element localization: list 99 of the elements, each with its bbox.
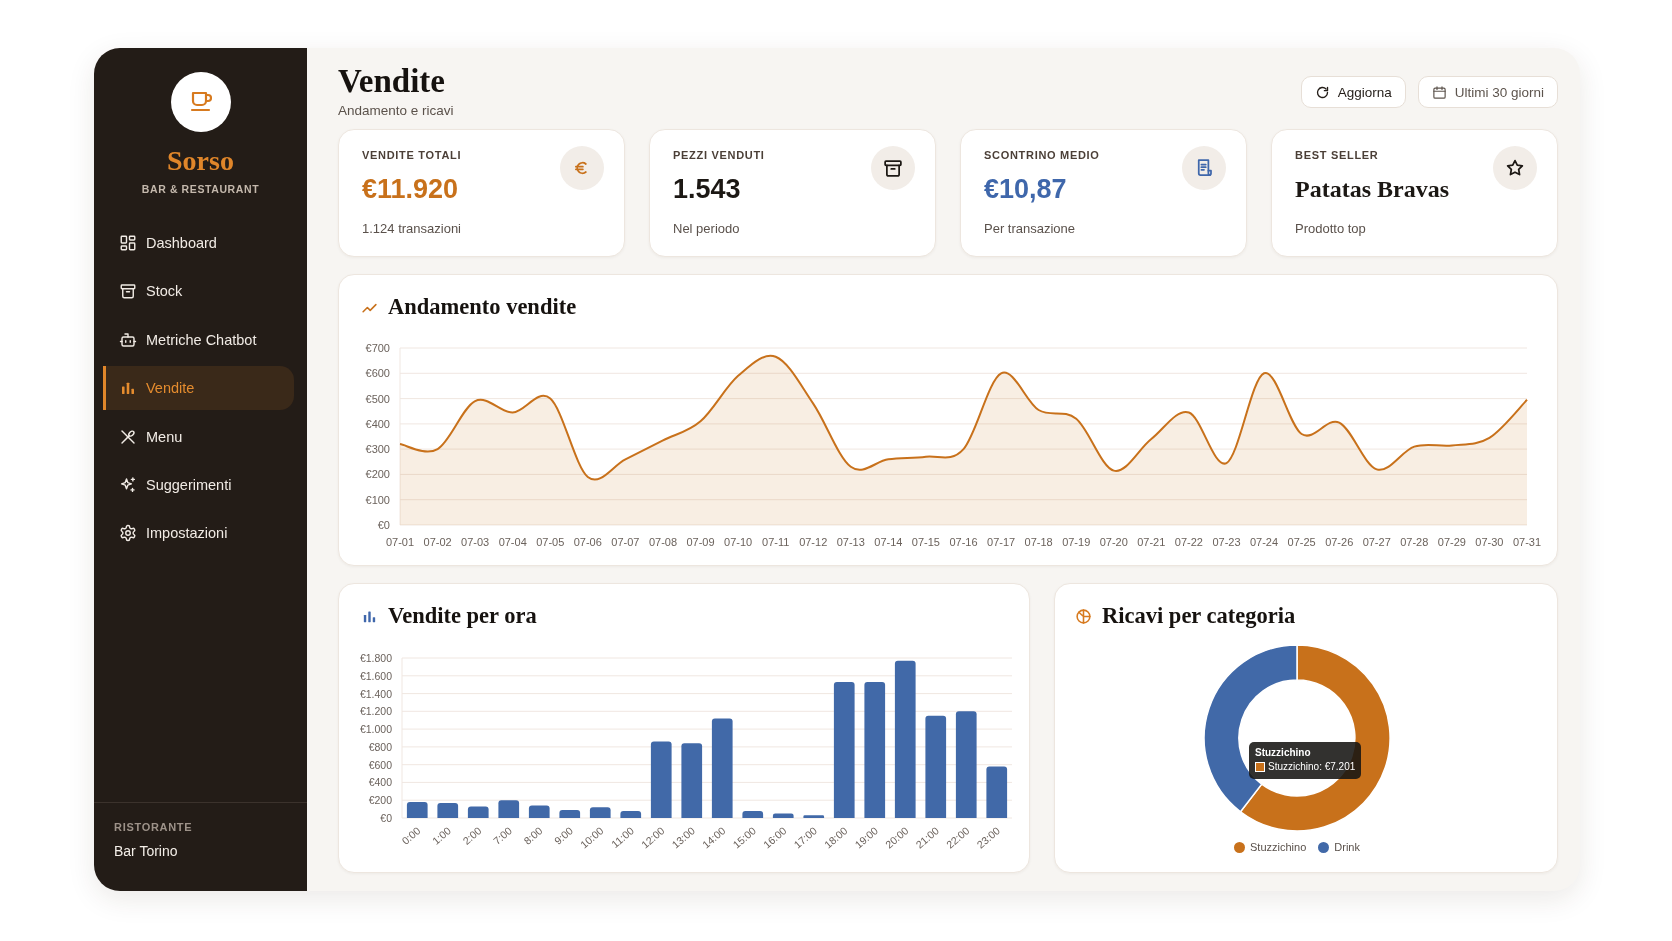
axis-label: €600 xyxy=(365,367,390,380)
kpi-value: Patatas Bravas xyxy=(1295,175,1449,204)
axis-label: 07-09 xyxy=(686,536,715,548)
nav-item[interactable]: Suggerimenti xyxy=(103,462,294,507)
brand-name: Sorso xyxy=(167,146,234,176)
axis-label: €800 xyxy=(368,740,392,753)
axis-label: 07-31 xyxy=(1512,536,1542,548)
axis-label: 07-14 xyxy=(874,536,903,548)
axis-label: €700 xyxy=(365,342,390,354)
axis-label: 07-19 xyxy=(1062,536,1091,548)
archive-box-icon xyxy=(119,282,137,301)
axis-label: €300 xyxy=(365,443,390,456)
axis-label: €1.400 xyxy=(359,687,392,700)
axis-label: 07-06 xyxy=(573,536,602,548)
axis-label: 07-07 xyxy=(611,536,640,548)
axis-label: 07-02 xyxy=(423,536,452,548)
axis-label: 07-11 xyxy=(762,536,790,548)
axis-label: €100 xyxy=(365,493,390,506)
axis-label: 07-29 xyxy=(1437,536,1466,548)
chart-title: Andamento vendite xyxy=(388,295,577,319)
kpi-note: Per transazione xyxy=(984,220,1077,238)
brand-tagline: BAR & RESTAURANT xyxy=(141,182,260,196)
kpi-label: BEST SELLER xyxy=(1295,148,1380,162)
nav-item[interactable]: Impostazioni xyxy=(103,511,294,556)
dashboard-grid-icon xyxy=(119,234,137,252)
axis-label: 07-23 xyxy=(1212,536,1241,548)
axis-label: €0 xyxy=(377,519,390,531)
axis-label: €1.800 xyxy=(359,652,392,664)
axis-label: 07-28 xyxy=(1400,536,1429,548)
restaurant-name: Bar Torino xyxy=(114,842,179,860)
kpi-label: PEZZI VENDUTI xyxy=(673,148,765,162)
axis-label: €1.600 xyxy=(359,669,392,682)
settings-icon xyxy=(119,524,137,543)
archive-box-icon xyxy=(871,146,915,190)
axis-label: 07-20 xyxy=(1099,536,1128,548)
axis-label: 0:00 xyxy=(399,824,423,847)
axis-label: 9:00 xyxy=(551,824,576,847)
chart-title: Vendite per ora xyxy=(388,604,537,628)
axis-label: €500 xyxy=(365,392,390,405)
axis-label: 07-01 xyxy=(385,536,415,548)
refresh-icon xyxy=(1314,84,1330,100)
date-range-button[interactable]: Ultimi 30 giorni xyxy=(1417,76,1558,108)
nav-item[interactable]: Stock xyxy=(103,269,294,314)
axis-label: €0 xyxy=(380,812,392,824)
axis-label: €1.200 xyxy=(359,705,392,718)
axis-label: €200 xyxy=(365,468,390,481)
axis-label: 07-21 xyxy=(1137,536,1166,548)
axis-label: 07-05 xyxy=(536,536,565,548)
footer-label: RISTORANTE xyxy=(114,820,194,834)
axis-label: 07-26 xyxy=(1325,536,1354,548)
nav-item[interactable]: Dashboard xyxy=(103,221,294,265)
axis-label: €600 xyxy=(368,758,392,771)
axis-label: €400 xyxy=(365,417,390,430)
kpi-note: 1.124 transazioni xyxy=(362,220,462,238)
axis-label: €1.000 xyxy=(359,723,392,736)
axis-label: 07-12 xyxy=(799,536,828,548)
coffee-cup-icon xyxy=(170,72,231,132)
legend-label: Stuzzichino xyxy=(1250,841,1307,853)
kpi-note: Nel periodo xyxy=(673,220,741,238)
axis-label: 07-16 xyxy=(949,536,978,548)
calendar-icon xyxy=(1431,84,1447,100)
robot-icon xyxy=(119,330,137,349)
axis-label: 07-03 xyxy=(461,536,490,548)
kpi-label: SCONTRINO MEDIO xyxy=(984,148,1100,162)
kpi-note: Prodotto top xyxy=(1295,220,1367,238)
kpi-label: VENDITE TOTALI xyxy=(362,148,462,162)
chart-title: Ricavi per categoria xyxy=(1102,604,1296,628)
kpi-value: €11.920 xyxy=(362,173,460,206)
kpi-value: €10,87 xyxy=(984,173,1068,206)
axis-label: 07-17 xyxy=(987,536,1016,548)
sparkles-icon xyxy=(119,475,137,494)
tooltip-text: Stuzzichino: €7.201 xyxy=(1268,760,1356,774)
axis-label: 07-27 xyxy=(1362,536,1391,548)
euro-icon xyxy=(560,146,604,190)
page-subtitle: Andamento e ricavi xyxy=(338,103,454,119)
tooltip-title: Stuzzichino xyxy=(1255,746,1312,760)
axis-label: 07-30 xyxy=(1475,536,1504,548)
page-title: Vendite xyxy=(338,63,446,99)
axis-label: 07-18 xyxy=(1024,536,1053,548)
kpi-value: 1.543 xyxy=(673,173,742,206)
axis-label: 07-15 xyxy=(911,536,940,548)
refresh-button[interactable]: Aggiorna xyxy=(1300,76,1406,108)
axis-label: 07-10 xyxy=(724,536,753,548)
axis-label: €200 xyxy=(368,794,392,807)
utensils-icon xyxy=(119,427,137,446)
axis-label: 07-25 xyxy=(1287,536,1316,548)
axis-label: €400 xyxy=(368,776,392,789)
pie-chart-icon xyxy=(1075,607,1092,625)
axis-label: 07-22 xyxy=(1174,536,1203,548)
axis-label: 07-08 xyxy=(648,536,678,548)
axis-label: 7:00 xyxy=(490,824,515,847)
nav-item[interactable]: Metriche Chatbot xyxy=(103,317,294,362)
axis-label: 07-04 xyxy=(498,536,527,548)
receipt-icon xyxy=(1182,146,1226,190)
axis-label: 07-24 xyxy=(1249,536,1279,548)
axis-label: 07-13 xyxy=(836,536,865,548)
nav-item[interactable]: Menu xyxy=(103,414,294,459)
nav-item[interactable]: Vendite xyxy=(103,366,294,411)
legend-label: Drink xyxy=(1334,841,1360,853)
